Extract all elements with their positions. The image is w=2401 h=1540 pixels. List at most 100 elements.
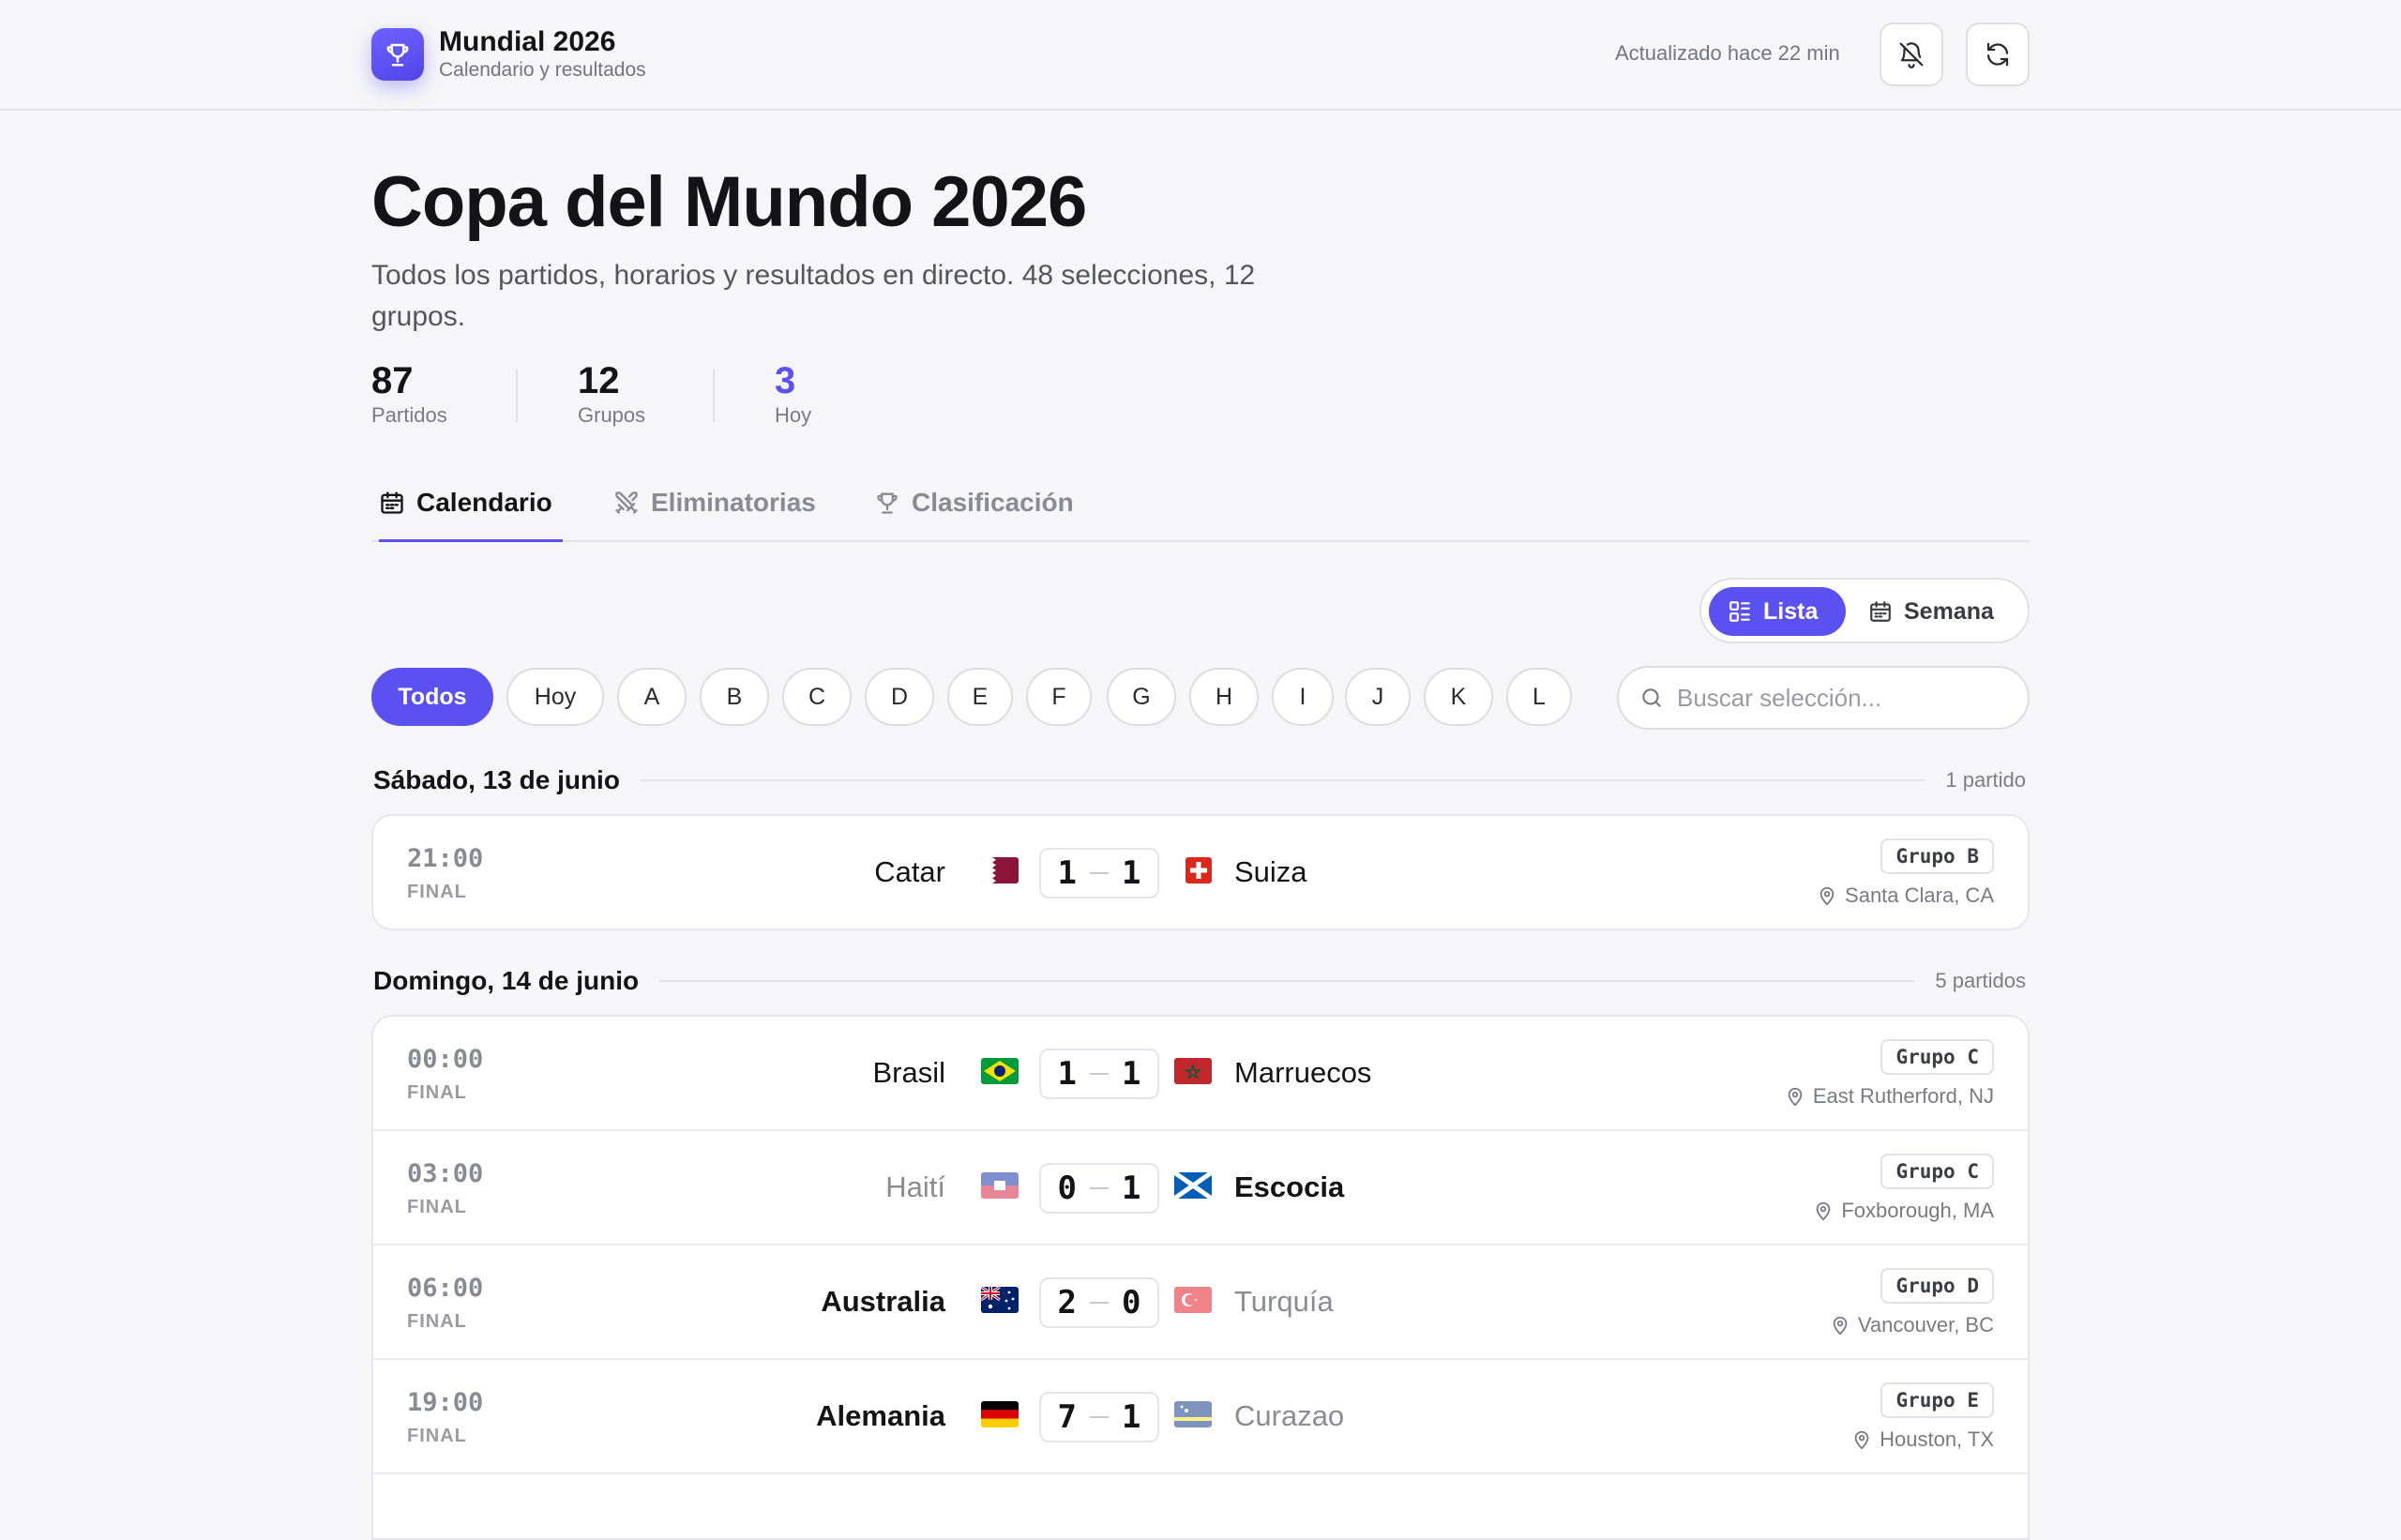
swords-icon — [615, 491, 638, 514]
germany-flag-icon — [981, 1401, 1019, 1427]
brand[interactable]: Mundial 2026 Calendario y resultados — [371, 26, 646, 83]
match-count: 5 partidos — [1935, 969, 2026, 992]
haiti-flag-icon — [981, 1172, 1019, 1199]
filter-chip-group-d[interactable]: D — [865, 668, 934, 726]
stat-value: 12 — [578, 360, 620, 401]
view-list-button[interactable]: Lista — [1709, 587, 1846, 636]
map-pin-icon — [1817, 1201, 1831, 1221]
list-icon — [1729, 601, 1750, 622]
day-header: Domingo, 14 de junio 5 partidos — [373, 962, 2026, 1000]
match-time: 19:00 — [407, 1388, 484, 1417]
stat-label: Grupos — [578, 403, 646, 427]
filter-chip-group-i[interactable]: I — [1272, 668, 1334, 726]
match-time: 03:00 — [407, 1159, 484, 1188]
refresh-button[interactable] — [1966, 23, 2030, 86]
view-toggle: Lista Semana — [1699, 578, 2030, 643]
match-row[interactable]: 06:00 FINAL Australia 2 0 Turquía Grupo … — [373, 1246, 2028, 1360]
home-team: Alemania — [816, 1399, 945, 1432]
filter-chip-group-j[interactable]: J — [1345, 668, 1411, 726]
filter-chip-todos[interactable]: Todos — [371, 668, 493, 726]
filter-chip-group-e[interactable]: E — [947, 668, 1013, 726]
venue: Houston, TX — [1851, 1427, 1994, 1452]
search-input[interactable] — [1677, 683, 2015, 713]
away-team: Marruecos — [1234, 1056, 1372, 1089]
score-separator — [1090, 872, 1109, 874]
turkey-flag-icon — [1174, 1287, 1212, 1313]
view-list-label: Lista — [1763, 597, 1819, 625]
stat-partidos: 87 Partidos — [371, 358, 447, 428]
away-team: Escocia — [1234, 1170, 1345, 1203]
match-time: 00:00 — [407, 1045, 484, 1074]
calendar-icon — [381, 491, 403, 514]
stat-grupos: 12 Grupos — [578, 358, 645, 428]
score-separator — [1090, 1187, 1109, 1189]
away-score: 1 — [1122, 1055, 1141, 1093]
tab-calendario[interactable]: Calendario — [379, 488, 563, 542]
match-time: 21:00 — [407, 844, 484, 873]
trophy-logo-icon — [371, 28, 424, 81]
home-team: Australia — [821, 1285, 945, 1318]
group-badge: Grupo E — [1880, 1382, 1994, 1418]
home-score: 1 — [1057, 1055, 1077, 1093]
group-badge: Grupo D — [1880, 1268, 1994, 1304]
filter-chip-hoy[interactable]: Hoy — [506, 668, 604, 726]
away-score: 1 — [1122, 1398, 1141, 1436]
map-pin-icon — [1833, 1316, 1848, 1336]
home-team: Catar — [874, 855, 945, 888]
divider — [516, 370, 518, 422]
match-row[interactable]: 19:00 FINAL Alemania 7 1 Curazao Grupo E… — [373, 1360, 2028, 1474]
match-count: 1 partido — [1945, 768, 2026, 792]
group-badge: Grupo C — [1880, 1154, 1994, 1189]
stat-label: Partidos — [371, 403, 447, 427]
filter-chip-group-h[interactable]: H — [1189, 668, 1259, 726]
filter-chip-group-f[interactable]: F — [1026, 668, 1092, 726]
app-subtitle: Calendario y resultados — [439, 59, 646, 81]
stat-label: Hoy — [775, 403, 812, 427]
filter-chip-group-a[interactable]: A — [617, 668, 687, 726]
match-list: 00:00 FINAL Brasil 1 1 Marruecos Grupo C… — [371, 1015, 2030, 1540]
away-score: 1 — [1122, 1170, 1141, 1207]
tab-clasificacion[interactable]: Clasificación — [874, 488, 1099, 542]
stat-value: 3 — [775, 360, 796, 401]
match-status: FINAL — [407, 1426, 467, 1446]
venue-label: Houston, TX — [1880, 1427, 1994, 1451]
score-separator — [1090, 1302, 1109, 1304]
match-row[interactable]: 00:00 FINAL Brasil 1 1 Marruecos Grupo C… — [373, 1017, 2028, 1131]
tab-label: Calendario — [416, 488, 552, 517]
filter-chip-group-c[interactable]: C — [782, 668, 852, 726]
filter-chip-group-l[interactable]: L — [1506, 668, 1572, 726]
trophy-icon — [877, 492, 898, 514]
day-title: Sábado, 13 de junio — [373, 765, 620, 794]
match-row-partial[interactable] — [373, 1474, 2028, 1538]
curacao-flag-icon — [1174, 1401, 1212, 1427]
view-week-button[interactable]: Semana — [1868, 587, 1994, 636]
search-icon — [1642, 688, 1661, 707]
app-title: Mundial 2026 — [439, 26, 616, 57]
filter-chip-group-g[interactable]: G — [1107, 668, 1176, 726]
match-row[interactable]: 21:00 FINAL Catar 1 1 Suiza Grupo B Sant… — [373, 816, 2028, 929]
notifications-off-button[interactable] — [1880, 23, 1943, 86]
venue-label: Foxborough, MA — [1841, 1199, 1994, 1222]
score-separator — [1090, 1416, 1109, 1418]
away-team: Suiza — [1234, 855, 1307, 888]
filter-chip-group-b[interactable]: B — [700, 668, 769, 726]
score-box: 2 0 — [1039, 1277, 1159, 1328]
score-box: 7 1 — [1039, 1392, 1159, 1442]
australia-flag-icon — [981, 1287, 1019, 1313]
divider — [640, 779, 1925, 781]
group-badge: Grupo C — [1880, 1039, 1994, 1075]
tab-label: Clasificación — [912, 488, 1074, 517]
away-score: 0 — [1122, 1284, 1141, 1321]
last-updated-text: Actualizado hace 22 min — [1615, 41, 1840, 65]
day-title: Domingo, 14 de junio — [373, 966, 640, 995]
match-row[interactable]: 03:00 FINAL Haití 0 1 Escocia Grupo C Fo… — [373, 1131, 2028, 1246]
venue-label: East Rutherford, NJ — [1812, 1084, 1994, 1108]
map-pin-icon — [1854, 1430, 1869, 1450]
page-description: Todos los partidos, horarios y resultado… — [371, 260, 1256, 332]
home-team: Brasil — [872, 1056, 945, 1089]
filter-chip-group-k[interactable]: K — [1424, 668, 1493, 726]
tab-eliminatorias[interactable]: Eliminatorias — [613, 488, 838, 542]
main-tabs: Calendario Eliminatorias Clasificación — [371, 478, 2030, 542]
away-team: Turquía — [1234, 1285, 1334, 1318]
home-team: Haití — [885, 1170, 945, 1203]
